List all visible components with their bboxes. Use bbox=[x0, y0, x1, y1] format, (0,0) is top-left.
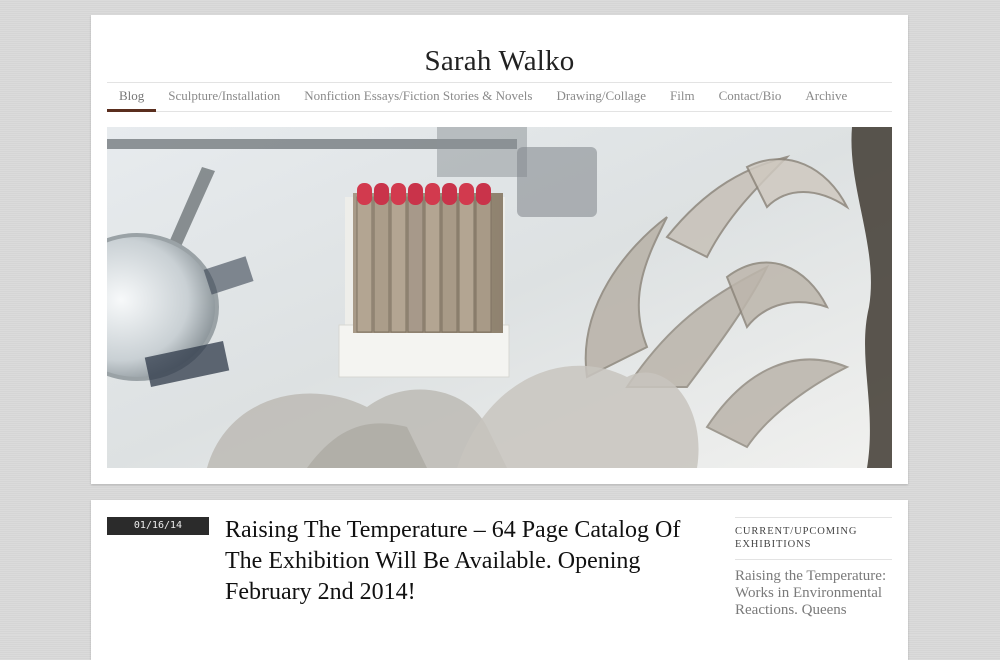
hero-artwork bbox=[107, 127, 892, 468]
content-card: 01/16/14 Raising The Temperature – 64 Pa… bbox=[91, 500, 908, 660]
nav-item-sculpture-installation[interactable]: Sculpture/Installation bbox=[156, 83, 292, 111]
sidebar: Current/Upcoming Exhibitions Raising the… bbox=[735, 517, 892, 619]
post-title[interactable]: Raising The Temperature – 64 Page Catalo… bbox=[225, 515, 695, 608]
sidebar-exhibition-link[interactable]: Raising the Temperature: Works in Enviro… bbox=[735, 568, 892, 619]
post-date-badge: 01/16/14 bbox=[107, 517, 209, 535]
nav-item-contact-bio[interactable]: Contact/Bio bbox=[707, 83, 794, 111]
header-card: Sarah Walko Blog Sculpture/Installation … bbox=[91, 15, 908, 484]
nav-item-drawing-collage[interactable]: Drawing/Collage bbox=[544, 83, 658, 111]
nav-item-blog[interactable]: Blog bbox=[107, 83, 157, 112]
site-title[interactable]: Sarah Walko bbox=[91, 45, 908, 78]
nav-item-film[interactable]: Film bbox=[658, 83, 707, 111]
hero-image bbox=[107, 127, 892, 468]
nav-item-archive[interactable]: Archive bbox=[793, 83, 859, 111]
main-nav: Blog Sculpture/Installation Nonfiction E… bbox=[107, 82, 892, 112]
nav-item-nonfiction-fiction[interactable]: Nonfiction Essays/Fiction Stories & Nove… bbox=[292, 83, 544, 111]
sidebar-heading: Current/Upcoming Exhibitions bbox=[735, 517, 892, 560]
